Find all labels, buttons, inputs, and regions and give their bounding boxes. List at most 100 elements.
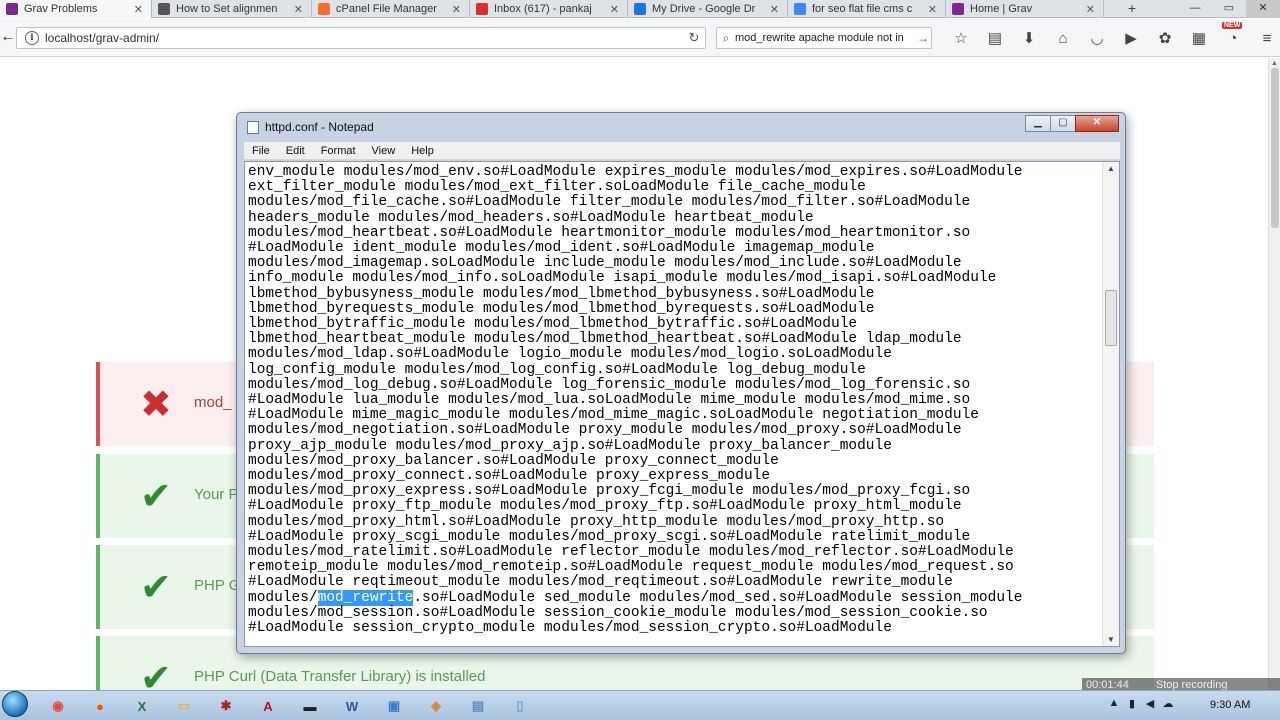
maximize-icon[interactable]: ▭ xyxy=(1212,0,1246,18)
tab-close-icon[interactable]: ✕ xyxy=(770,3,779,16)
notepad-window-controls: ▁ ▢ ✕ xyxy=(1025,115,1119,132)
scroll-down-icon[interactable]: ▼ xyxy=(1107,635,1115,644)
taskbar-remote-icon[interactable]: ▣ xyxy=(376,693,412,719)
tab-close-icon[interactable]: ✕ xyxy=(294,3,303,16)
page-scrollbar[interactable]: ▲ xyxy=(1268,58,1280,690)
clock[interactable]: 9:30 AM xyxy=(1210,699,1250,711)
notepad-text[interactable]: env_module modules/mod_env.so#LoadModule… xyxy=(248,164,1100,637)
check-text: PHP Curl (Data Transfer Library) is inst… xyxy=(194,668,486,685)
menu-view[interactable]: View xyxy=(364,145,404,157)
text-line: env_module modules/mod_env.so#LoadModule… xyxy=(248,164,1023,180)
taskbar-paint-icon[interactable]: ◈ xyxy=(418,693,454,719)
network-icon[interactable]: ▮ xyxy=(1124,697,1140,710)
tab-close-icon[interactable]: ✕ xyxy=(928,3,937,16)
menu-icon[interactable]: ≡ xyxy=(1250,30,1280,47)
start-button[interactable] xyxy=(0,687,30,720)
notepad-title: httpd.conf - Notepad xyxy=(265,120,374,134)
favicon-icon xyxy=(318,3,330,15)
back-arrow-icon[interactable]: ← xyxy=(0,27,16,49)
search-bar[interactable]: ⌕ → xyxy=(716,27,932,49)
volume-icon[interactable]: ◀ xyxy=(1142,697,1158,710)
tray-arrow-icon[interactable]: ▲ xyxy=(1106,697,1122,710)
browser-tab[interactable]: cPanel File Manager ✕ xyxy=(312,0,470,18)
search-input[interactable] xyxy=(735,32,915,44)
notepad-window: httpd.conf - Notepad ▁ ▢ ✕ File Edit For… xyxy=(236,112,1126,654)
maximize-icon[interactable]: ▢ xyxy=(1050,115,1076,132)
minimize-icon[interactable]: ▁ xyxy=(1025,115,1051,132)
notepad-text-area[interactable]: env_module modules/mod_env.so#LoadModule… xyxy=(244,161,1120,647)
youtube-icon[interactable]: ▶ xyxy=(1114,29,1148,47)
taskbar-terminal-icon[interactable]: ▬ xyxy=(292,693,328,719)
text-line: modules/mod_proxy_express.so#LoadModule … xyxy=(248,483,971,500)
pocket-icon[interactable]: ◡ xyxy=(1080,29,1114,47)
menu-help[interactable]: Help xyxy=(403,145,442,157)
selected-text[interactable]: mod_rewrite xyxy=(317,589,414,606)
address-bar[interactable]: i localhost/grav-admin/ ↻ xyxy=(16,27,706,49)
tab-title: Home | Grav xyxy=(970,3,1033,15)
new-tab-button[interactable]: + xyxy=(1122,0,1142,18)
menu-format[interactable]: Format xyxy=(313,145,364,157)
tab-title: Grav Problems xyxy=(24,3,98,15)
taskbar-explorer-icon[interactable]: ▭ xyxy=(166,693,202,719)
text-line: #LoadModule session_crypto_module module… xyxy=(248,620,892,637)
taskbar-app-icon[interactable]: ✱ xyxy=(208,693,244,719)
text-line: lbmethod_byrequests_module modules/mod_l… xyxy=(248,300,875,317)
taskbar-notes-icon[interactable]: ▤ xyxy=(460,693,496,719)
reading-list-icon[interactable]: ▤ xyxy=(978,29,1012,47)
taskbar-firefox-icon[interactable]: ● xyxy=(82,693,118,719)
text-line: modules/mod_ldap.so#LoadModule logio_mod… xyxy=(248,346,892,363)
notepad-scrollbar[interactable]: ▲ ▼ xyxy=(1102,162,1119,646)
scroll-up-icon[interactable]: ▲ xyxy=(1107,164,1115,173)
browser-tab[interactable]: How to Set alignmen ✕ xyxy=(152,0,312,18)
taskbar-pdf-icon[interactable]: A xyxy=(250,693,286,719)
taskbar-excel-icon[interactable]: X xyxy=(124,693,160,719)
scrollbar-thumb[interactable] xyxy=(1271,68,1279,228)
new-extension-icon[interactable]: ◔ NEW xyxy=(1216,21,1250,47)
scroll-up-icon[interactable]: ▲ xyxy=(1271,60,1278,67)
text-line: headers_module modules/mod_headers.so#Lo… xyxy=(248,209,814,226)
minimize-icon[interactable]: — xyxy=(1178,0,1212,18)
home-icon[interactable]: ⌂ xyxy=(1046,30,1080,47)
tab-close-icon[interactable]: ✕ xyxy=(610,3,619,16)
text-line: modules/mod_negotiation.so#LoadModule pr… xyxy=(248,422,962,439)
tab-close-icon[interactable]: ✕ xyxy=(134,3,143,16)
text-line: modules/mod_heartbeat.so#LoadModule hear… xyxy=(248,224,971,241)
go-arrow-icon[interactable]: → xyxy=(915,31,931,45)
check-icon: ✔ xyxy=(140,565,172,609)
taskbar-notepad-icon[interactable]: ▯ xyxy=(502,693,538,719)
search-icon: ⌕ xyxy=(722,30,730,45)
close-icon[interactable]: ✕ xyxy=(1246,0,1280,18)
cloud-icon[interactable]: ☁ xyxy=(1160,697,1176,710)
menu-file[interactable]: File xyxy=(244,145,278,157)
bookmark-star-icon[interactable]: ☆ xyxy=(944,29,978,47)
error-x-icon: ✖ xyxy=(140,382,172,426)
favicon-icon xyxy=(794,3,806,15)
text-line: modules/mod_proxy_connect.so#LoadModule … xyxy=(248,468,771,485)
tab-close-icon[interactable]: ✕ xyxy=(1086,3,1095,16)
puzzle-icon[interactable]: ▦ xyxy=(1182,29,1216,47)
text-line: #LoadModule proxy_ftp_module modules/mod… xyxy=(248,498,962,515)
toolbar-icons: ☆ ▤ ⬇ ⌂ ◡ ▶ ✿ ▦ ◔ NEW ≡ xyxy=(944,21,1280,49)
download-icon[interactable]: ⬇ xyxy=(1012,29,1046,47)
browser-tab[interactable]: Home | Grav ✕ xyxy=(946,0,1104,18)
url-text[interactable]: localhost/grav-admin/ xyxy=(45,31,683,45)
extension-icon[interactable]: ✿ xyxy=(1148,29,1182,47)
browser-tab[interactable]: Grav Problems ✕ xyxy=(0,0,152,18)
text-line: log_config_module modules/mod_log_config… xyxy=(248,361,866,378)
taskbar-chrome-icon[interactable]: ◉ xyxy=(40,693,76,719)
text-line: lbmethod_bytraffic_module modules/mod_lb… xyxy=(248,316,858,333)
tab-close-icon[interactable]: ✕ xyxy=(452,3,461,16)
scrollbar-thumb[interactable] xyxy=(1105,290,1117,346)
browser-tab[interactable]: My Drive - Google Dr ✕ xyxy=(628,0,788,18)
info-icon[interactable]: i xyxy=(25,31,39,45)
browser-tab[interactable]: for seo flat file cms c ✕ xyxy=(788,0,946,18)
check-text: PHP G xyxy=(194,577,241,594)
window-controls: — ▭ ✕ xyxy=(1178,0,1280,18)
menu-edit[interactable]: Edit xyxy=(278,145,313,157)
taskbar-word-icon[interactable]: W xyxy=(334,693,370,719)
favicon-icon xyxy=(476,3,488,15)
reload-icon[interactable]: ↻ xyxy=(683,30,705,46)
notepad-titlebar[interactable]: httpd.conf - Notepad ▁ ▢ ✕ xyxy=(237,113,1125,141)
close-icon[interactable]: ✕ xyxy=(1075,115,1119,132)
browser-tab[interactable]: Inbox (617) - pankaj ✕ xyxy=(470,0,628,18)
